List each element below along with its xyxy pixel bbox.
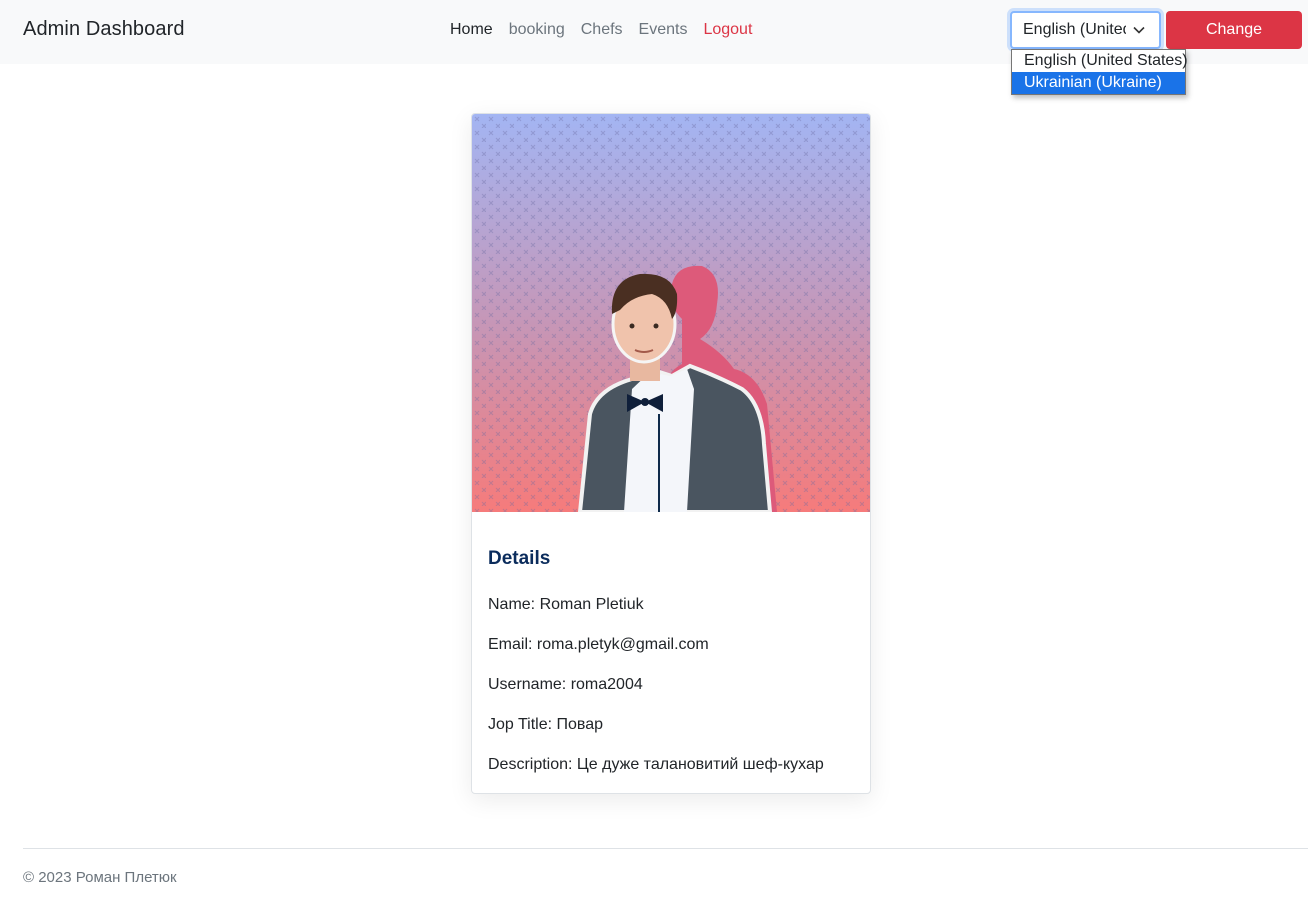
- language-option-ukrainian[interactable]: Ukrainian (Ukraine): [1012, 72, 1185, 94]
- nav-logout[interactable]: Logout: [703, 21, 752, 39]
- nav-links: Home booking Chefs Events Logout: [450, 21, 752, 39]
- nav-home[interactable]: Home: [450, 21, 493, 39]
- language-select-value: English (United States): [1023, 21, 1126, 38]
- nav-events[interactable]: Events: [639, 21, 688, 39]
- brand-link[interactable]: Admin Dashboard: [23, 18, 185, 41]
- detail-job-title: Jop Title: Повар: [488, 716, 603, 733]
- language-option-english[interactable]: English (United States): [1012, 50, 1188, 72]
- footer-divider: [23, 848, 1308, 849]
- chef-details-card: Details Name: Roman Pletiuk Email: roma.…: [471, 113, 871, 794]
- detail-email: Email: roma.pletyk@gmail.com: [488, 636, 709, 653]
- details-heading: Details: [488, 548, 551, 569]
- nav-booking[interactable]: booking: [509, 21, 565, 39]
- nav-chefs[interactable]: Chefs: [581, 21, 623, 39]
- language-select[interactable]: English (United States): [1010, 11, 1161, 49]
- footer-copyright: © 2023 Роман Плетюк: [23, 869, 177, 886]
- detail-description: Description: Це дуже талановитий шеф-кух…: [488, 756, 824, 773]
- change-language-button[interactable]: Change: [1166, 11, 1302, 49]
- chevron-down-icon: [1133, 26, 1145, 34]
- detail-name: Name: Roman Pletiuk: [488, 596, 644, 613]
- language-dropdown: English (United States) Ukrainian (Ukrai…: [1011, 49, 1188, 95]
- detail-username: Username: roma2004: [488, 676, 643, 693]
- chef-photo: [472, 114, 870, 512]
